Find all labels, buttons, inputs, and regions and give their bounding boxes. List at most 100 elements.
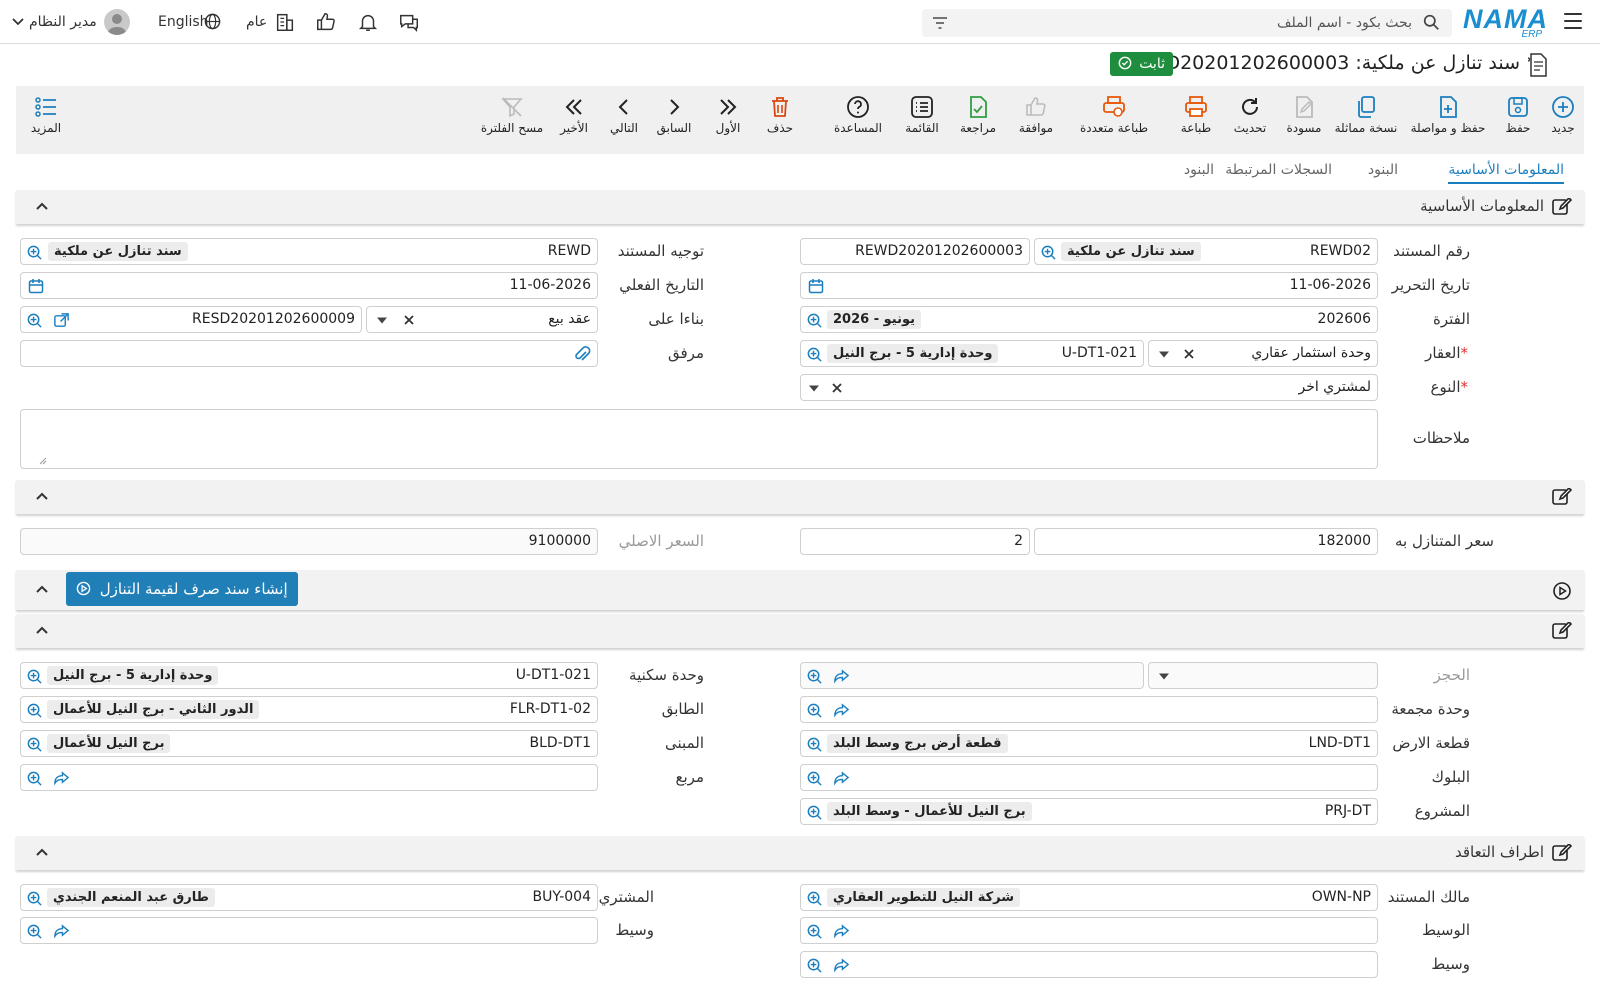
global-search[interactable]: بحث بكود - اسم الملف [922,9,1452,37]
zoom-search-icon[interactable] [806,890,823,907]
last-button[interactable]: الأخير [554,86,594,154]
thumbs-up-icon[interactable] [315,11,337,33]
notes-textarea[interactable] [20,409,1378,469]
section-parties-header[interactable]: اطراف التعاقد [16,836,1584,870]
caret-down-icon[interactable] [377,317,387,324]
zoom-search-icon[interactable] [806,312,823,329]
buyer-field[interactable]: BUY-004 طارق عبد المنعم الجندي [20,884,598,911]
reservation-select[interactable] [1148,662,1378,689]
caret-down-icon[interactable] [1159,673,1169,680]
caret-down-icon[interactable] [809,385,819,392]
next-button[interactable]: التالي [604,86,644,154]
property-type-select[interactable]: وحدة استثمار عقاري [1148,340,1378,367]
tab-related-records[interactable]: السجلات المرتبطة [1225,162,1332,178]
direction-field[interactable]: REWD سند تنازل عن ملكية [20,238,598,265]
multi-print-button[interactable]: طباعة متعددة [1078,86,1150,154]
waived-price-field[interactable]: 182000 [1034,528,1378,555]
zoom-search-icon[interactable] [26,668,43,685]
play-circle-icon[interactable] [1552,581,1572,601]
share-icon[interactable] [833,668,850,685]
based-on-ref-field[interactable]: RESD20201202600009 [20,306,362,333]
residential-unit-field[interactable]: U-DT1-021 وحدة إدارية 5 - برج النيل [20,662,598,689]
waived-qty-field[interactable]: 2 [800,528,1030,555]
chevron-up-icon[interactable] [35,625,49,635]
tab-items-2[interactable]: البنود [1184,162,1214,178]
chevron-up-icon[interactable] [35,491,49,501]
doc-number-type-field[interactable]: REWD02 سند تنازل عن ملكية [1034,238,1378,265]
paperclip-icon[interactable] [573,344,591,364]
save-continue-button[interactable]: حفظ و مواصلة [1406,86,1490,154]
share-icon[interactable] [833,770,850,787]
avatar[interactable] [104,9,130,35]
calendar-icon[interactable] [28,278,44,294]
share-icon[interactable] [53,923,70,940]
tab-basic-info[interactable]: المعلومات الأساسية [1448,162,1564,184]
period-field[interactable]: 202606 2026 - يونيو [800,306,1378,333]
edit-date-field[interactable]: 11-06-2026 [800,272,1378,299]
list-button[interactable]: القائمة [900,86,944,154]
building-field[interactable]: BLD-DT1 برج النيل للأعمال [20,730,598,757]
external-link-icon[interactable] [53,312,70,329]
logo[interactable]: NAMA ERP [1463,4,1548,40]
broker2-field[interactable] [20,917,598,944]
delete-button[interactable]: حذف [764,86,796,154]
share-icon[interactable] [833,957,850,974]
chevron-up-icon[interactable] [35,584,49,594]
section-price-header[interactable] [16,480,1584,514]
zoom-search-icon[interactable] [26,244,43,261]
duplicate-button[interactable]: نسخة مماثلة [1334,86,1398,154]
more-button[interactable]: المزيد [28,86,64,154]
clear-icon[interactable] [403,314,415,326]
attachment-field[interactable] [20,340,598,367]
property-field[interactable]: U-DT1-021 وحدة إدارية 5 - برج النيل [800,340,1144,367]
calendar-icon[interactable] [808,278,824,294]
broker-field[interactable] [800,917,1378,944]
building-icon[interactable] [274,11,296,33]
zoom-search-icon[interactable] [806,668,823,685]
zoom-search-icon[interactable] [806,957,823,974]
reservation-field[interactable] [800,662,1144,689]
zoom-search-icon[interactable] [26,702,43,719]
zoom-search-icon[interactable] [806,770,823,787]
block-field[interactable] [800,764,1378,791]
actual-date-field[interactable]: 11-06-2026 [20,272,598,299]
bell-icon[interactable] [357,11,379,33]
zoom-search-icon[interactable] [806,804,823,821]
caret-down-icon[interactable] [1159,351,1169,358]
help-button[interactable]: المساعدة [828,86,888,154]
print-button[interactable]: طباعة [1178,86,1214,154]
approve-button[interactable]: موافقة [1014,86,1058,154]
section-location-header[interactable] [16,614,1584,648]
zoom-search-icon[interactable] [806,923,823,940]
prev-button[interactable]: السابق [654,86,694,154]
doc-number-field[interactable]: REWD20201202600003 [800,238,1030,265]
chevron-up-icon[interactable] [35,201,49,211]
zoom-search-icon[interactable] [806,346,823,363]
clear-filter-button[interactable]: مسح الفلترة [480,86,544,154]
chat-icon[interactable] [398,11,420,33]
draft-button[interactable]: مسودة [1284,86,1324,154]
refresh-button[interactable]: تحديث [1232,86,1268,154]
review-button[interactable]: مراجعة [956,86,1000,154]
clear-icon[interactable] [1183,348,1195,360]
share-icon[interactable] [53,770,70,787]
chevron-up-icon[interactable] [35,847,49,857]
chevron-down-icon[interactable] [12,17,24,27]
kind-select[interactable]: لمشتري اخر [800,374,1378,401]
new-button[interactable]: جديد [1542,86,1584,154]
broker3-field[interactable] [800,951,1378,978]
company-label[interactable]: عام [246,12,267,32]
share-icon[interactable] [833,923,850,940]
create-payment-voucher-button[interactable]: إنشاء سند صرف لقيمة التنازل [66,572,298,606]
land-field[interactable]: LND-DT1 قطعة أرض برج وسط البلد [800,730,1378,757]
tab-items[interactable]: البنود [1368,162,1398,178]
zoom-search-icon[interactable] [26,312,43,329]
zoom-search-icon[interactable] [26,770,43,787]
language-switch[interactable]: English [158,12,209,32]
search-input[interactable]: بحث بكود - اسم الملف [1277,15,1412,31]
floor-field[interactable]: FLR-DT1-02 الدور الثاني - برج النيل للأع… [20,696,598,723]
zoom-search-icon[interactable] [26,923,43,940]
zoom-search-icon[interactable] [26,890,43,907]
group-unit-field[interactable] [800,696,1378,723]
project-field[interactable]: PRJ-DT برج النيل للأعمال - وسط البلد [800,798,1378,825]
